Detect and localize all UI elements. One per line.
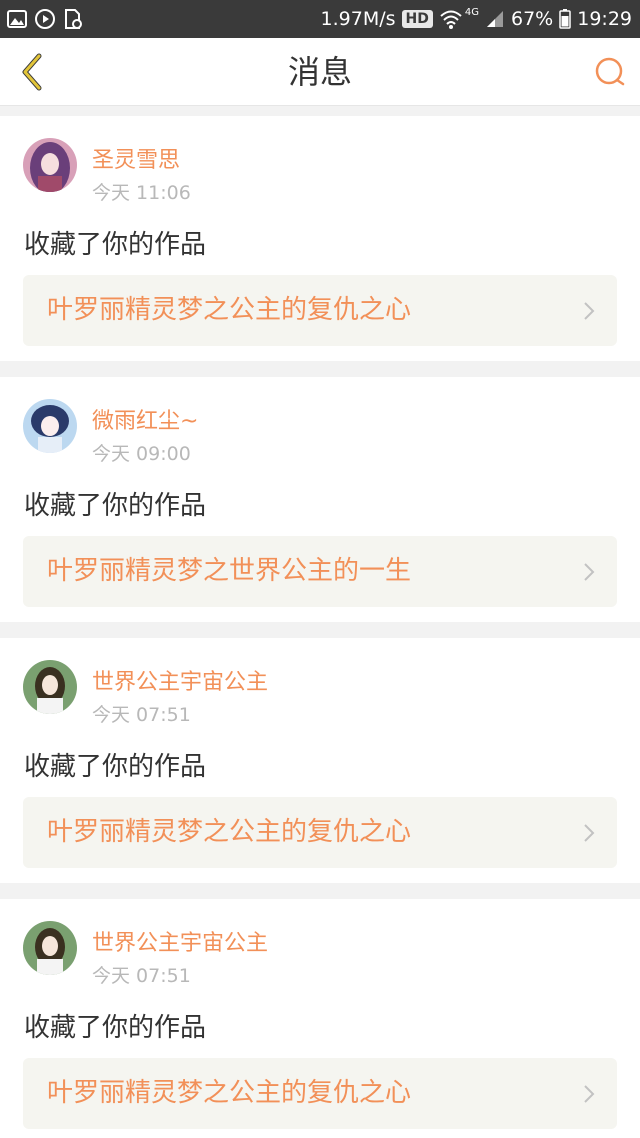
chevron-right-icon	[584, 824, 595, 842]
message-card: 世界公主宇宙公主 今天 07:51 收藏了你的作品 叶罗丽精灵梦之公主的复仇之心	[0, 638, 640, 883]
network-speed: 1.97M/s	[320, 8, 396, 30]
username[interactable]: 微雨红尘~	[92, 403, 198, 435]
action-text: 收藏了你的作品	[24, 491, 207, 521]
work-link[interactable]: 叶罗丽精灵梦之世界公主的一生	[23, 536, 617, 607]
battery-percent: 67%	[511, 8, 554, 30]
status-indicators: 1.97M/s HD 4G 67% 19:29	[321, 0, 632, 38]
avatar[interactable]	[23, 660, 77, 714]
signal-icon	[487, 11, 503, 27]
chevron-right-icon	[584, 1085, 595, 1103]
page-title: 消息	[287, 53, 352, 91]
image-icon	[7, 10, 27, 28]
work-link[interactable]: 叶罗丽精灵梦之公主的复仇之心	[23, 275, 617, 346]
message-card: 世界公主宇宙公主 今天 07:51 收藏了你的作品 叶罗丽精灵梦之公主的复仇之心	[0, 899, 640, 1138]
action-text: 收藏了你的作品	[24, 1013, 207, 1043]
work-title: 叶罗丽精灵梦之公主的复仇之心	[47, 817, 412, 847]
action-text: 收藏了你的作品	[24, 230, 207, 260]
work-link[interactable]: 叶罗丽精灵梦之公主的复仇之心	[23, 1058, 617, 1129]
message-card: 圣灵雪思 今天 11:06 收藏了你的作品 叶罗丽精灵梦之公主的复仇之心	[0, 116, 640, 361]
settings-file-icon	[65, 9, 82, 29]
chevron-right-icon	[584, 302, 595, 320]
status-notifications	[6, 8, 84, 30]
wifi-icon	[440, 10, 462, 29]
clock: 19:29	[577, 8, 632, 30]
play-icon	[35, 9, 55, 29]
status-bar: 1.97M/s HD 4G 67% 19:29	[0, 0, 640, 38]
app-header: 消息	[0, 38, 640, 106]
timestamp: 今天 11:06	[92, 182, 191, 204]
avatar[interactable]	[23, 138, 77, 192]
action-text: 收藏了你的作品	[24, 752, 207, 782]
timestamp: 今天 09:00	[92, 443, 191, 465]
avatar[interactable]	[23, 921, 77, 975]
avatar[interactable]	[23, 399, 77, 453]
username[interactable]: 圣灵雪思	[92, 142, 180, 174]
hd-badge: HD	[401, 10, 433, 28]
work-title: 叶罗丽精灵梦之世界公主的一生	[47, 556, 412, 586]
timestamp: 今天 07:51	[92, 965, 191, 987]
work-title: 叶罗丽精灵梦之公主的复仇之心	[47, 1078, 412, 1108]
work-title: 叶罗丽精灵梦之公主的复仇之心	[47, 295, 412, 325]
chevron-right-icon	[584, 563, 595, 581]
work-link[interactable]: 叶罗丽精灵梦之公主的复仇之心	[23, 797, 617, 868]
network-type: 4G	[464, 6, 479, 18]
username[interactable]: 世界公主宇宙公主	[92, 664, 268, 696]
message-card: 微雨红尘~ 今天 09:00 收藏了你的作品 叶罗丽精灵梦之世界公主的一生	[0, 377, 640, 622]
battery-icon	[559, 9, 571, 29]
search-icon	[595, 57, 625, 86]
search-button[interactable]	[590, 52, 630, 92]
timestamp: 今天 07:51	[92, 704, 191, 726]
username[interactable]: 世界公主宇宙公主	[92, 925, 268, 957]
